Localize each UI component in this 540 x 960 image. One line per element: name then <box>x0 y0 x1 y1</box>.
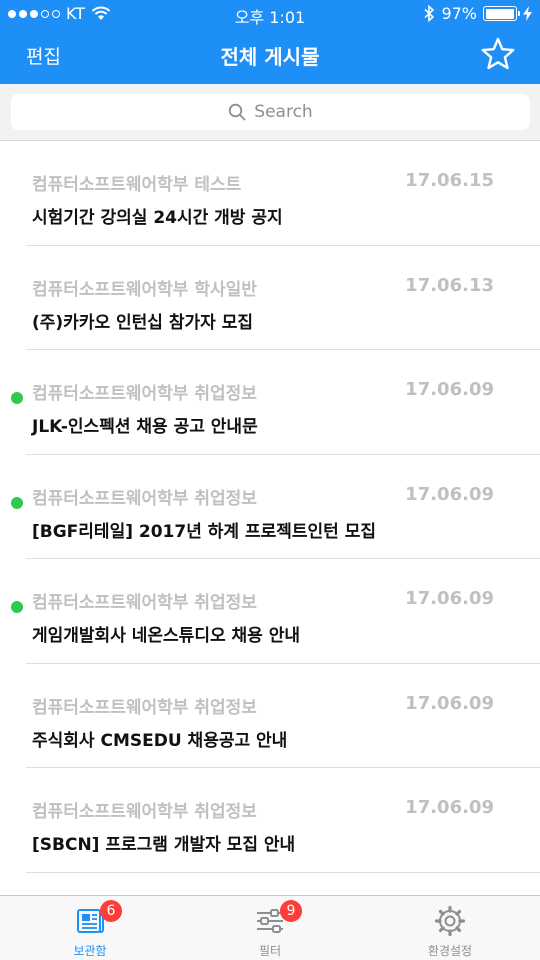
post-category: 컴퓨터소프트웨어학부 취업정보 <box>32 802 257 822</box>
tab-settings-label: 환경설정 <box>427 944 473 958</box>
tab-filter-label: 필터 <box>258 944 282 958</box>
tab-filter[interactable]: 9 필터 <box>180 896 360 960</box>
unread-indicator <box>11 496 23 509</box>
gear-icon <box>434 905 466 937</box>
post-title: (주)카카오 인턴십 참가자 모집 <box>32 312 253 333</box>
battery-percent: 97% <box>441 4 477 23</box>
post-title: 주식회사 CMSEDU 채용공고 안내 <box>32 730 288 751</box>
status-bar: KT 오후 1:01 97% <box>0 0 540 28</box>
unread-indicator <box>11 601 23 613</box>
post-date: 17.06.09 <box>405 588 494 609</box>
post-row[interactable]: 컴퓨터소프트웨어학부 취업정보 17.06.09 [SBCN] 프로그램 개발자 모… <box>0 768 540 873</box>
post-category: 컴퓨터소프트웨어학부 학사일반 <box>32 279 257 300</box>
post-title: JLK-인스펙션 채용 공고 안내문 <box>32 417 258 437</box>
search-placeholder: Search <box>254 102 313 122</box>
unread-indicator <box>11 392 23 404</box>
post-category: 컴퓨터소프트웨어학부 취업정보 <box>32 384 257 404</box>
post-date: 17.06.09 <box>405 379 494 400</box>
post-row[interactable]: 컴퓨터소프트웨어학부 취업정보 17.06.09 게임개발회사 네온스튜디오 채용 … <box>0 559 540 664</box>
search-icon <box>229 103 246 121</box>
post-date: 17.06.09 <box>405 692 494 714</box>
header: KT 오후 1:01 97% 편집 전체 게시물 <box>0 0 540 84</box>
tab-bar: 6 보관함 9 필터 환경설정 <box>0 895 540 960</box>
filter-badge: 9 <box>280 900 302 922</box>
tab-archive[interactable]: 6 보관함 <box>0 896 180 960</box>
nav-bar: 편집 전체 게시물 <box>0 28 540 84</box>
post-row[interactable]: 컴퓨터소프트웨어학부 취업정보 17.06.09 주식회사 CMSEDU 채용공고 … <box>0 664 540 769</box>
post-category: 컴퓨터소프트웨어학부 테스트 <box>32 175 242 195</box>
post-title: 시험기간 강의실 24시간 개방 공지 <box>32 208 283 228</box>
bluetooth-icon <box>424 5 435 22</box>
post-title: [SBCN] 프로그램 개발자 모집 안내 <box>32 835 296 855</box>
charging-bolt-icon <box>523 6 532 21</box>
tab-settings[interactable]: 환경설정 <box>360 896 540 960</box>
tab-archive-label: 보관함 <box>73 944 107 958</box>
post-category: 컴퓨터소프트웨어학부 취업정보 <box>32 697 257 718</box>
post-category: 컴퓨터소프트웨어학부 취업정보 <box>32 488 257 509</box>
battery-icon <box>483 6 520 21</box>
status-right: 97% <box>423 4 532 23</box>
post-row[interactable]: 컴퓨터소프트웨어학부 취업정보 17.06.09 JLK-인스펙션 채용 공고 안내… <box>0 350 540 455</box>
post-row[interactable]: 컴퓨터소프트웨어학부 테스트 17.06.15 시험기간 강의실 24시간 개방 공… <box>0 141 540 246</box>
page-title: 전체 게시물 <box>220 45 320 69</box>
post-date: 17.06.15 <box>405 170 494 191</box>
post-title: 게임개발회사 네온스튜디오 채용 안내 <box>32 626 300 646</box>
post-date: 17.06.09 <box>405 797 494 818</box>
post-date: 17.06.13 <box>405 274 494 296</box>
star-icon[interactable] <box>480 36 516 72</box>
post-row[interactable]: 컴퓨터소프트웨어학부 학사일반 17.06.13 (주)카카오 인턴십 참가자 모집 <box>0 246 540 351</box>
search-container: Search <box>0 84 540 141</box>
post-title: [BGF리테일] 2017년 하계 프로젝트인턴 모집 <box>32 521 377 542</box>
post-row[interactable]: 컴퓨터소프트웨어학부 취업정보 17.06.09 [BGF리테일] 2017년 하계… <box>0 455 540 560</box>
post-date: 17.06.09 <box>405 483 494 505</box>
search-input[interactable]: Search <box>11 94 530 130</box>
archive-badge: 6 <box>100 900 122 922</box>
post-list: 컴퓨터소프트웨어학부 테스트 17.06.15 시험기간 강의실 24시간 개방 공… <box>0 141 540 895</box>
post-category: 컴퓨터소프트웨어학부 취업정보 <box>32 593 257 613</box>
